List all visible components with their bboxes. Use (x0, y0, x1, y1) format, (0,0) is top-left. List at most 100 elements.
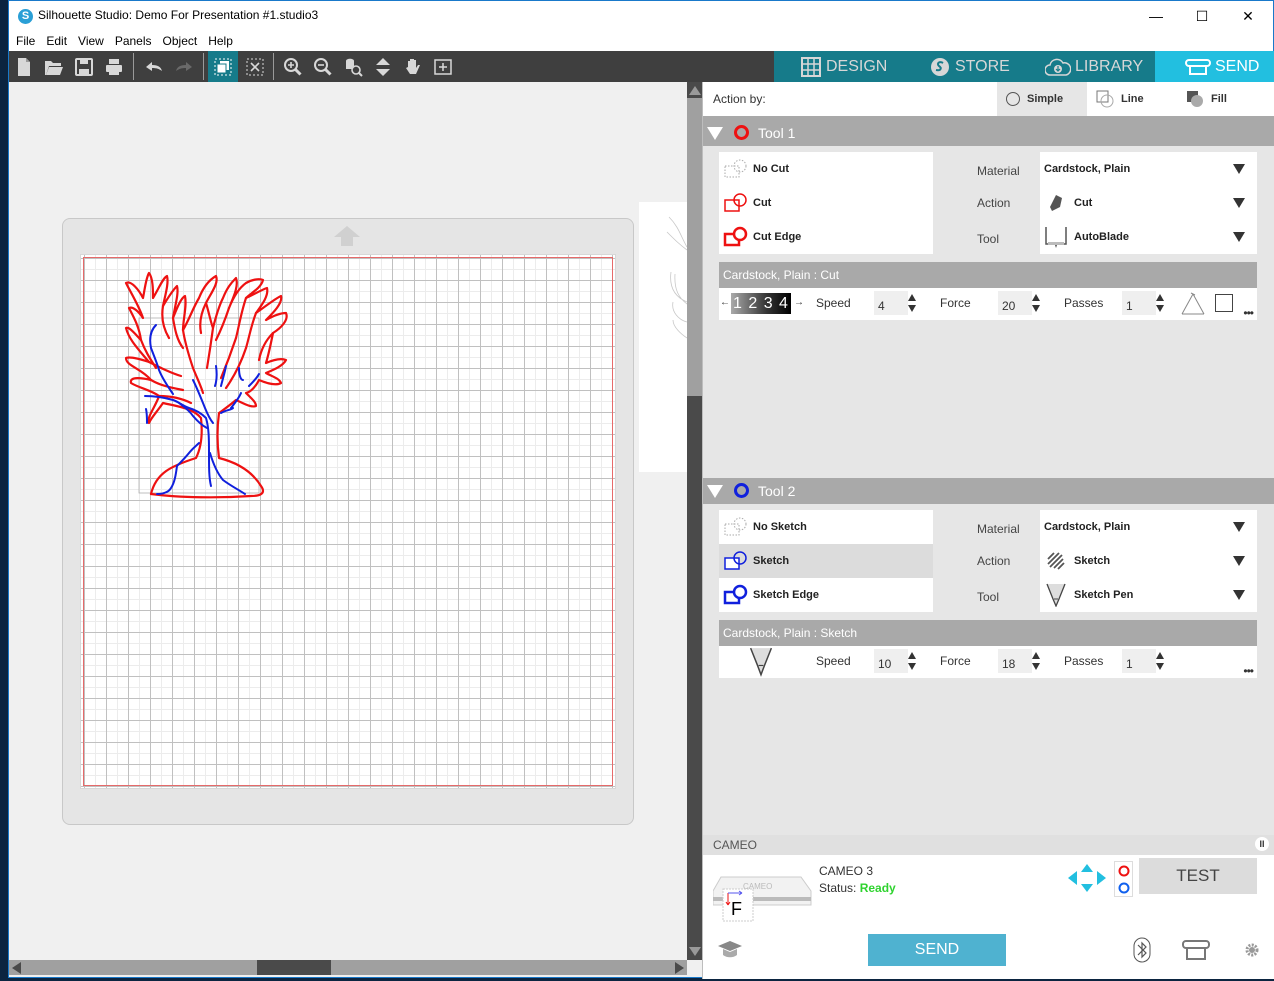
scroll-right-arrow-icon[interactable] (675, 962, 684, 974)
passes-input[interactable]: 1 (1122, 649, 1156, 673)
scroll-up-arrow-icon[interactable] (689, 86, 701, 95)
tool-selector[interactable] (1114, 861, 1133, 897)
menu-help[interactable]: Help (208, 31, 233, 48)
force-input[interactable]: 18 (998, 649, 1032, 673)
tool1-header[interactable]: Tool 1 (703, 120, 1274, 146)
tab-store[interactable]: STORE (929, 51, 1010, 82)
print-button[interactable] (101, 53, 127, 80)
speed-stepper[interactable] (907, 292, 917, 316)
more-options-button[interactable]: ••• (1243, 306, 1254, 320)
fill-shape-icon (1187, 91, 1203, 107)
horizontal-scrollbar[interactable] (9, 960, 687, 975)
move-blade-arrows-icon[interactable] (1067, 863, 1107, 893)
tool2-header[interactable]: Tool 2 (703, 478, 1274, 504)
zoom-selection-button[interactable] (340, 53, 366, 80)
overcut-icon[interactable] (1179, 292, 1207, 316)
test-button[interactable]: TEST (1139, 858, 1257, 894)
menu-panels[interactable]: Panels (115, 31, 152, 48)
option-sketch-edge[interactable]: Sketch Edge (719, 578, 933, 612)
tab-library[interactable]: LIBRARY (1045, 51, 1143, 82)
blade-depth-dial[interactable]: 1 2 3 4 5 (731, 293, 791, 314)
no-sketch-icon (724, 517, 747, 536)
pause-button[interactable]: II (1255, 837, 1269, 851)
tab-send[interactable]: SEND (1155, 51, 1274, 82)
action-dropdown[interactable]: Cut (1044, 186, 1253, 220)
select-all-button[interactable] (208, 51, 238, 82)
option-cut-edge[interactable]: Cut Edge (719, 220, 933, 254)
option-no-cut[interactable]: No Cut (719, 152, 933, 186)
redo-button[interactable] (171, 53, 197, 80)
menu-view[interactable]: View (78, 31, 104, 48)
zoom-out-button[interactable] (310, 53, 336, 80)
option-cut[interactable]: Cut (719, 186, 933, 220)
mode-fill-button[interactable]: Fill (1177, 82, 1267, 116)
material-dropdown[interactable]: Cardstock, Plain (1044, 152, 1253, 186)
gear-icon[interactable] (1243, 941, 1261, 959)
speed-input[interactable]: 10 (874, 649, 908, 673)
speed-stepper[interactable] (907, 650, 917, 674)
passes-input[interactable]: 1 (1122, 291, 1156, 315)
blade-decrease-arrow[interactable]: ← (720, 297, 730, 308)
sketch-icon (724, 551, 747, 570)
off-mat-preview (639, 202, 687, 472)
pan-hand-button[interactable] (400, 53, 426, 80)
device-panel: CAMEO F CAMEO 3 Status: Ready TEST SEND (703, 855, 1274, 979)
menu-edit[interactable]: Edit (46, 31, 67, 48)
speed-input[interactable]: 4 (874, 291, 908, 315)
passes-stepper[interactable] (1155, 650, 1165, 674)
tool-label: Tool (977, 232, 1000, 246)
close-button[interactable]: ✕ (1225, 1, 1271, 31)
tool1-select-icon[interactable] (1117, 864, 1131, 878)
send-button[interactable]: SEND (868, 934, 1006, 966)
tool-dropdown[interactable]: Sketch Pen (1044, 578, 1253, 612)
pan-vertical-button[interactable] (370, 53, 396, 80)
passes-stepper[interactable] (1155, 292, 1165, 316)
option-sketch[interactable]: Sketch (719, 544, 933, 578)
minimize-button[interactable]: — (1133, 1, 1179, 31)
tool-dropdown[interactable]: AutoBlade (1044, 220, 1253, 254)
force-label: Force (940, 654, 971, 668)
device-header: CAMEO II (703, 835, 1274, 855)
action-dropdown[interactable]: Sketch (1044, 544, 1253, 578)
tree-design[interactable] (121, 268, 311, 500)
blade-increase-arrow[interactable]: → (794, 297, 804, 308)
collapse-triangle-icon[interactable] (707, 485, 723, 498)
tool2-settings-row: Speed 10 Force 18 Passes 1 ••• (719, 646, 1257, 678)
new-document-button[interactable] (11, 53, 37, 80)
cutting-mat[interactable] (80, 254, 616, 789)
tutorial-graduation-cap-icon[interactable] (717, 939, 743, 961)
save-button[interactable] (71, 53, 97, 80)
scroll-left-arrow-icon[interactable] (12, 962, 21, 974)
more-options-button[interactable]: ••• (1243, 664, 1254, 678)
machine-settings-cutter-icon[interactable] (1181, 939, 1211, 961)
mode-line-button[interactable]: Line (1087, 82, 1177, 116)
scroll-down-arrow-icon[interactable] (689, 947, 701, 956)
mode-fill-label: Fill (1211, 93, 1227, 105)
force-stepper[interactable] (1031, 292, 1041, 316)
undo-button[interactable] (141, 53, 167, 80)
menu-bar: File Edit View Panels Object Help (9, 31, 1273, 51)
menu-file[interactable]: File (16, 31, 35, 48)
vertical-scrollbar[interactable] (687, 82, 702, 960)
sketch-edge-icon (723, 584, 748, 605)
material-dropdown[interactable]: Cardstock, Plain (1044, 510, 1253, 544)
menu-object[interactable]: Object (163, 31, 198, 48)
vertical-scroll-thumb[interactable] (687, 98, 702, 396)
cut-icon (724, 193, 747, 212)
line-segment-checkbox[interactable] (1215, 294, 1233, 312)
design-canvas[interactable] (9, 82, 687, 960)
zoom-in-button[interactable] (280, 53, 306, 80)
horizontal-scroll-thumb[interactable] (257, 960, 331, 975)
deselect-button[interactable] (242, 53, 268, 80)
bluetooth-icon[interactable] (1133, 937, 1151, 963)
open-button[interactable] (41, 53, 67, 80)
tab-design[interactable]: DESIGN (800, 51, 887, 82)
tool2-select-icon[interactable] (1117, 881, 1131, 895)
fit-to-page-button[interactable] (430, 53, 456, 80)
force-stepper[interactable] (1031, 650, 1041, 674)
mode-simple-button[interactable]: Simple (997, 82, 1087, 116)
option-no-sketch[interactable]: No Sketch (719, 510, 933, 544)
force-input[interactable]: 20 (998, 291, 1032, 315)
collapse-triangle-icon[interactable] (707, 127, 723, 140)
maximize-button[interactable]: ☐ (1179, 1, 1225, 31)
